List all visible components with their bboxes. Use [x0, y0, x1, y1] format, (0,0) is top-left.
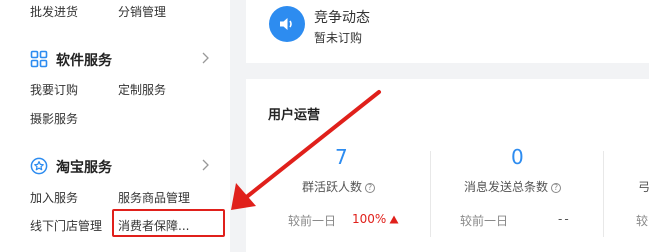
annotation-arrow	[231, 90, 381, 210]
